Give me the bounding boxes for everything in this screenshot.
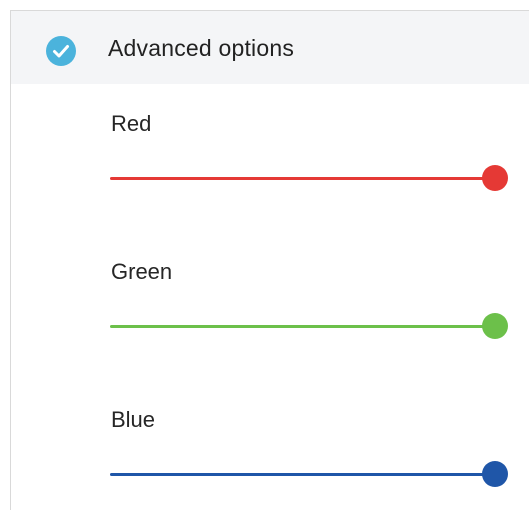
slider-track-blue[interactable] — [110, 473, 495, 476]
slider-thumb-green[interactable] — [482, 313, 508, 339]
advanced-options-panel: Advanced options Red Green Blue — [10, 10, 529, 510]
check-circle-icon[interactable] — [46, 36, 76, 66]
advanced-options-title: Advanced options — [108, 35, 295, 61]
slider-red: Red — [11, 107, 529, 227]
advanced-options-header[interactable]: Advanced options — [11, 11, 529, 84]
slider-track-red[interactable] — [110, 177, 495, 180]
slider-label-blue: Blue — [111, 407, 156, 432]
slider-track-green[interactable] — [110, 325, 495, 328]
slider-label-red: Red — [111, 111, 152, 136]
slider-label-green: Green — [111, 259, 173, 284]
slider-green: Green — [11, 255, 529, 375]
slider-blue: Blue — [11, 403, 529, 523]
slider-thumb-red[interactable] — [482, 165, 508, 191]
slider-thumb-blue[interactable] — [482, 461, 508, 487]
